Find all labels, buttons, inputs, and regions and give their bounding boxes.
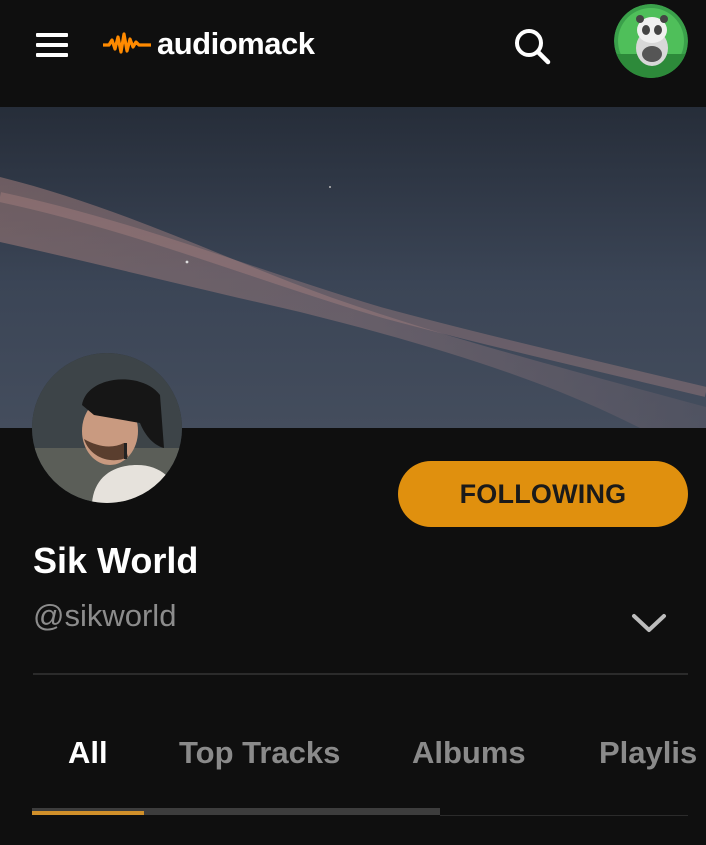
waveform-logo-icon [103,32,151,54]
panda-avatar-image [614,4,688,78]
search-button[interactable] [512,26,552,66]
top-navigation-bar: audiomack [0,0,706,107]
logo-text: audiomack [157,26,315,61]
section-divider [33,673,688,675]
hamburger-menu-icon[interactable] [36,33,70,59]
following-button[interactable]: FOLLOWING [398,461,688,527]
tab-playlists[interactable]: Playlis [599,735,697,771]
tab-albums[interactable]: Albums [412,735,526,771]
expand-profile-button[interactable] [630,610,668,636]
chevron-down-icon [632,614,666,632]
tabs-bottom-border [440,815,688,816]
artist-name: Sik World [33,540,199,581]
search-icon [515,29,551,65]
tab-all[interactable]: All [68,735,108,771]
tab-top-tracks[interactable]: Top Tracks [179,735,340,771]
artist-avatar[interactable] [32,353,182,503]
user-avatar[interactable] [614,4,688,78]
audiomack-logo[interactable]: audiomack [103,26,315,62]
profile-tabs: All Top Tracks Albums Playlis [0,735,706,785]
artist-photo [32,353,182,503]
artist-handle: @sikworld [33,598,177,633]
active-tab-indicator [32,811,144,815]
